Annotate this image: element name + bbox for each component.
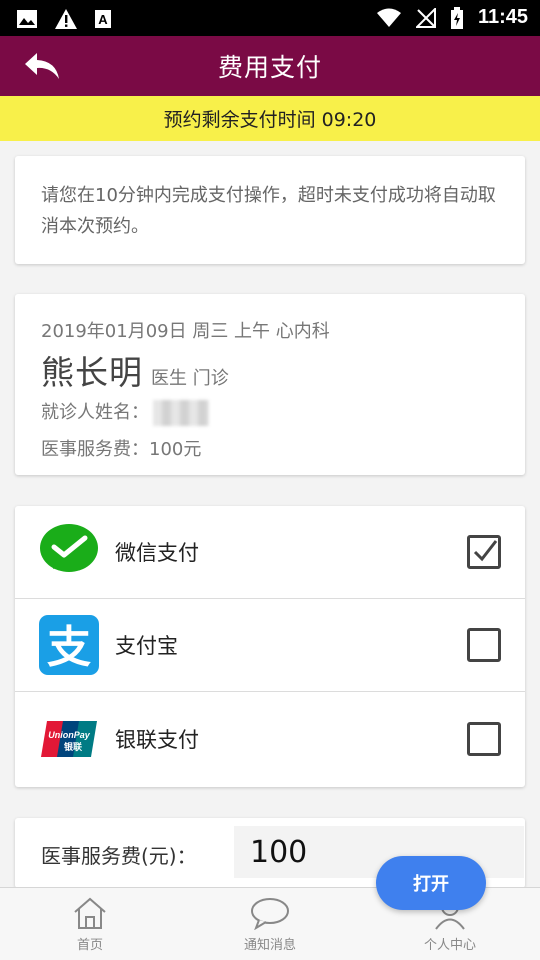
image-icon xyxy=(17,10,37,28)
doctor-title: 医生 门诊 xyxy=(151,368,229,389)
open-button[interactable]: 打开 xyxy=(376,856,486,910)
payment-label-unionpay: 银联支付 xyxy=(115,727,199,752)
doctor-name: 熊长明 xyxy=(41,353,143,392)
appointment-date: 2019年01月09日 周三 上午 心内科 xyxy=(41,321,330,342)
chat-bubble-icon xyxy=(251,898,289,930)
doctor-row: 熊长明 医生 门诊 xyxy=(41,346,499,394)
service-fee: 医事服务费：100元 xyxy=(41,439,202,460)
wechat-checkbox[interactable] xyxy=(467,535,501,569)
svg-text:支: 支 xyxy=(47,622,91,673)
a-box-icon: A xyxy=(95,10,111,28)
nav-label-home: 首页 xyxy=(76,938,103,953)
unionpay-checkbox[interactable] xyxy=(467,721,501,756)
payment-notice-text: 请您在10分钟内完成支付操作，超时未支付成功将自动取消本次预约。 xyxy=(41,185,496,237)
appointment-card: 2019年01月09日 周三 上午 心内科 熊长明 医生 门诊 就诊人姓名： 医… xyxy=(15,294,525,475)
alipay-icon: 支 xyxy=(39,615,99,675)
payment-label-alipay: 支付宝 xyxy=(115,634,178,658)
unionpay-icon: UnionPay 银联 xyxy=(41,720,97,757)
status-time: 11:45 xyxy=(477,6,528,28)
nav-label-profile: 个人中心 xyxy=(423,938,476,953)
status-bar: A 11:45 xyxy=(0,0,540,36)
payment-countdown-banner: 预约剩余支付时间 09:20 xyxy=(0,96,540,141)
back-button[interactable] xyxy=(22,48,62,84)
payment-option-unionpay[interactable]: UnionPay 银联 银联支付 xyxy=(15,692,525,785)
patient-label: 就诊人姓名： xyxy=(41,402,149,423)
fee-input-label: 医事服务费(元)： xyxy=(41,844,197,868)
patient-row: 就诊人姓名： xyxy=(41,400,499,426)
payment-option-wechat[interactable]: 微信支付 xyxy=(15,506,525,599)
app-bar: 费用支付 xyxy=(0,36,540,96)
payment-methods-card: 微信支付 支 支付宝 UnionPay 银联 银联支付 xyxy=(15,506,525,787)
payment-option-alipay[interactable]: 支 支付宝 xyxy=(15,599,525,692)
nav-item-notifications[interactable]: 通知消息 xyxy=(180,888,360,960)
nav-item-home[interactable]: 首页 xyxy=(0,888,180,960)
wifi-icon xyxy=(376,8,401,27)
checkmark-icon xyxy=(473,540,498,562)
back-arrow-icon xyxy=(25,53,59,79)
payment-notice-card: 请您在10分钟内完成支付操作，超时未支付成功将自动取消本次预约。 xyxy=(15,156,525,264)
no-signal-icon xyxy=(415,7,436,28)
status-left-icons: A xyxy=(16,8,112,30)
svg-text:银联: 银联 xyxy=(64,741,83,753)
battery-charging-icon xyxy=(450,6,463,29)
nav-label-notifications: 通知消息 xyxy=(243,938,296,953)
payment-label-wechat: 微信支付 xyxy=(115,541,199,565)
status-right-icons: 11:45 xyxy=(376,6,528,29)
alipay-checkbox[interactable] xyxy=(467,628,501,662)
svg-text:A: A xyxy=(98,12,108,27)
home-icon xyxy=(74,897,106,929)
wechat-pay-icon xyxy=(40,524,98,572)
warning-icon xyxy=(55,9,77,29)
svg-text:UnionPay: UnionPay xyxy=(48,730,91,740)
patient-name-redacted xyxy=(153,400,209,426)
page-title: 费用支付 xyxy=(217,53,322,82)
